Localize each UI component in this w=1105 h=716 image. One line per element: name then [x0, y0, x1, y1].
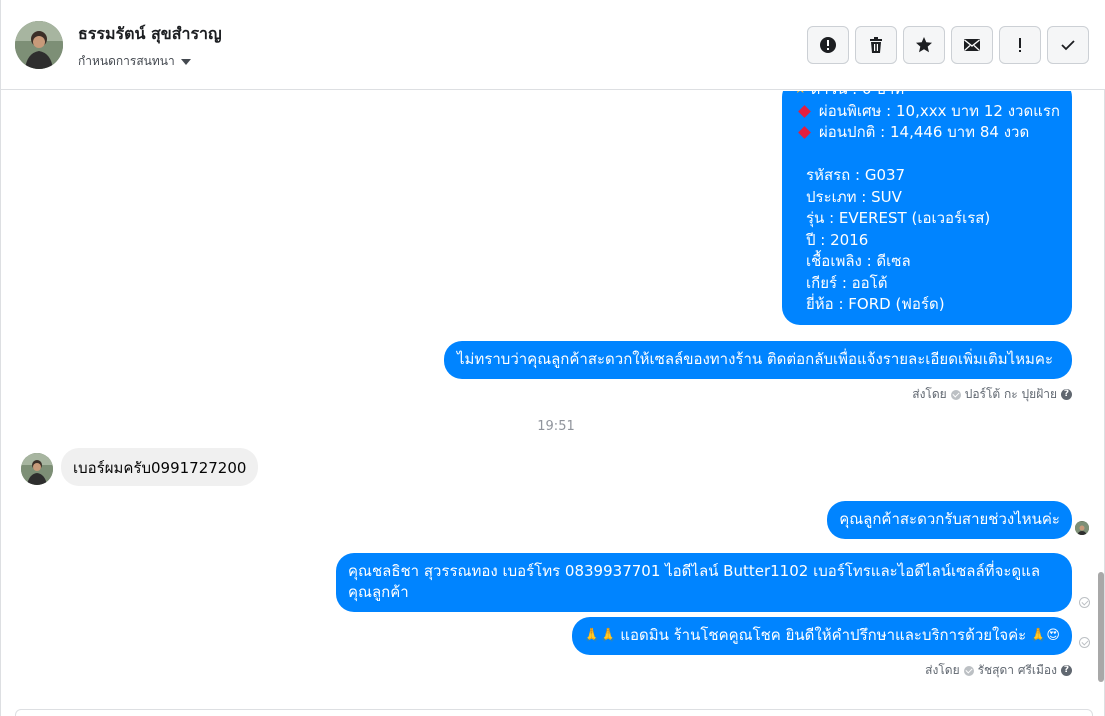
- trash-icon: [870, 37, 882, 53]
- card-line-model: รุ่น : EVEREST (เอเวอร์เรส): [806, 209, 991, 227]
- car-listing-message[interactable]: ★ ดาวน์ : 0 บาท ผ่อนพิเศษ : 10,xxx บาท 12…: [782, 91, 1072, 325]
- conversation-actions: [807, 26, 1089, 64]
- sent-by-name[interactable]: รัชสุดา ศรีเมือง: [978, 661, 1057, 680]
- envelope-icon: [964, 39, 980, 51]
- sent-by-info: ส่งโดย ปอร์โต้ กะ ปุยฝ้าย ?: [912, 385, 1072, 404]
- star-button[interactable]: [903, 26, 945, 64]
- pray-smile-emoji-icon: 🙏😍: [1030, 628, 1060, 644]
- message-text: แอดมิน ร้านโชคคูณโชค ยินดีให้คำปรึกษาและ…: [620, 626, 1027, 645]
- outgoing-message[interactable]: คุณลูกค้าสะดวกรับสายช่วงไหนค่ะ: [827, 501, 1072, 539]
- mark-unread-button[interactable]: [951, 26, 993, 64]
- card-line-brand: ยี่ห้อ : FORD (ฟอร์ด): [806, 295, 945, 313]
- timestamp: 19:51: [537, 419, 575, 434]
- exclamation-icon: [1019, 38, 1021, 52]
- report-spam-button[interactable]: [807, 26, 849, 64]
- outgoing-message[interactable]: 🙏🙏 แอดมิน ร้านโชคคูณโชค ยินดีให้คำปรึกษา…: [571, 617, 1072, 655]
- help-icon[interactable]: ?: [1061, 665, 1072, 676]
- card-line-down: ดาวน์ : 0 บาท: [811, 91, 905, 101]
- incoming-message[interactable]: เบอร์ผมครับ0991727200: [61, 448, 259, 486]
- verified-check-icon: [950, 389, 961, 400]
- seen-avatar: [1075, 521, 1089, 535]
- caret-down-icon: [180, 58, 191, 65]
- help-icon[interactable]: ?: [1061, 389, 1072, 400]
- card-line-code: รหัสรถ : G037: [806, 166, 906, 184]
- star-icon: [916, 37, 932, 53]
- sent-by-prefix: ส่งโดย: [925, 663, 960, 677]
- message-composer[interactable]: [15, 709, 1093, 716]
- sent-by-info: ส่งโดย รัชสุดา ศรีเมือง ?: [925, 661, 1072, 680]
- delivered-check-icon: [1079, 637, 1090, 648]
- mark-done-button[interactable]: [1047, 26, 1089, 64]
- alert-icon: [820, 37, 836, 53]
- card-line-special-installment: ผ่อนพิเศษ : 10,xxx บาท 12 งวดแรก: [818, 101, 1060, 120]
- card-line-gear: เกียร์ : ออโต้: [806, 273, 888, 292]
- outgoing-message[interactable]: คุณชลธิชา สุวรรณทอง เบอร์โทร 0839937701 …: [336, 553, 1072, 612]
- scrollbar-thumb[interactable]: [1098, 572, 1104, 682]
- card-line-fuel: เชื้อเพลิง : ดีเซล: [806, 252, 911, 270]
- card-line-type: ประเภท : SUV: [806, 187, 902, 206]
- inbox-conversation-panel: ธรรมรัตน์ สุขสำราญ กำหนดการสนทนา ผ่อนพิเ…: [0, 0, 1105, 716]
- assign-label: กำหนดการสนทนา: [78, 54, 175, 68]
- card-line-normal-installment: ผ่อนปกติ : 14,446 บาท 84 งวด: [819, 123, 1030, 141]
- delete-button[interactable]: [855, 26, 897, 64]
- sent-by-prefix: ส่งโดย: [912, 387, 947, 401]
- outgoing-message[interactable]: ไม่ทราบว่าคุณลูกค้าสะดวกให้เซลล์ของทางร้…: [444, 341, 1072, 379]
- verified-check-icon: [963, 665, 974, 676]
- assign-conversation-dropdown[interactable]: กำหนดการสนทนา: [78, 52, 191, 71]
- contact-avatar-small[interactable]: [21, 453, 53, 485]
- star-emoji-icon: ★: [794, 91, 807, 101]
- red-diamond-icon: [798, 104, 811, 118]
- sent-by-name[interactable]: ปอร์โต้ กะ ปุยฝ้าย: [965, 385, 1057, 404]
- contact-avatar[interactable]: [15, 21, 63, 69]
- card-line-year: ปี : 2016: [806, 230, 869, 249]
- contact-name[interactable]: ธรรมรัตน์ สุขสำราญ: [78, 22, 222, 47]
- delivered-check-icon: [1079, 597, 1090, 608]
- follow-up-button[interactable]: [999, 26, 1041, 64]
- red-diamond-icon: [798, 126, 811, 140]
- pray-emoji-icon: 🙏🙏: [583, 628, 617, 644]
- conversation-header: ธรรมรัตน์ สุขสำราญ กำหนดการสนทนา: [1, 0, 1105, 90]
- check-icon: [1061, 40, 1075, 51]
- message-thread[interactable]: ★ ดาวน์ : 0 บาท ผ่อนพิเศษ : 10,xxx บาท 12…: [1, 91, 1105, 716]
